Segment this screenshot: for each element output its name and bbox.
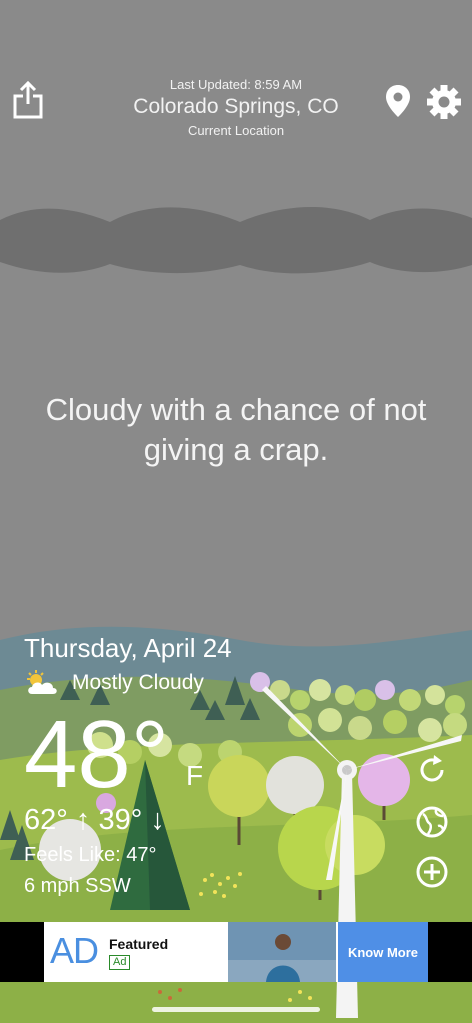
home-indicator[interactable] <box>152 1007 320 1012</box>
partly-cloudy-icon <box>27 670 57 694</box>
temperature-unit[interactable]: F <box>186 760 203 792</box>
tagline-line-1: Cloudy with a chance of not <box>45 392 427 427</box>
feels-like: Feels Like: 47° <box>24 844 157 866</box>
know-more-button[interactable]: Know More <box>338 922 428 982</box>
high-low-temperature: 62° ↑ 39° ↓ <box>24 804 165 836</box>
forecast-date: Thursday, April 24 <box>24 633 232 663</box>
yellow-tree <box>208 755 270 817</box>
ad-logo: AD <box>50 930 99 971</box>
weather-scene <box>0 0 472 1023</box>
current-temperature: 48° <box>24 701 170 808</box>
ad-image[interactable] <box>228 922 336 982</box>
weather-tagline: Cloudy with a chance of not giving a cra… <box>20 390 452 470</box>
ad-person-image <box>228 922 336 982</box>
condition-text: Mostly Cloudy <box>72 671 204 694</box>
location-label: Current Location <box>187 123 285 138</box>
globe-icon[interactable] <box>414 804 450 840</box>
gear-icon[interactable] <box>426 84 462 120</box>
ad-badge: Ad <box>109 955 131 970</box>
add-icon[interactable] <box>414 854 450 890</box>
tagline-line-2: giving a crap. <box>143 432 329 467</box>
refresh-icon[interactable] <box>414 752 450 788</box>
location-pin-icon[interactable] <box>385 84 411 118</box>
share-icon[interactable] <box>12 80 44 120</box>
ad-title[interactable]: Featured <box>109 936 168 952</box>
wind-speed: 6 mph SSW <box>24 875 131 897</box>
